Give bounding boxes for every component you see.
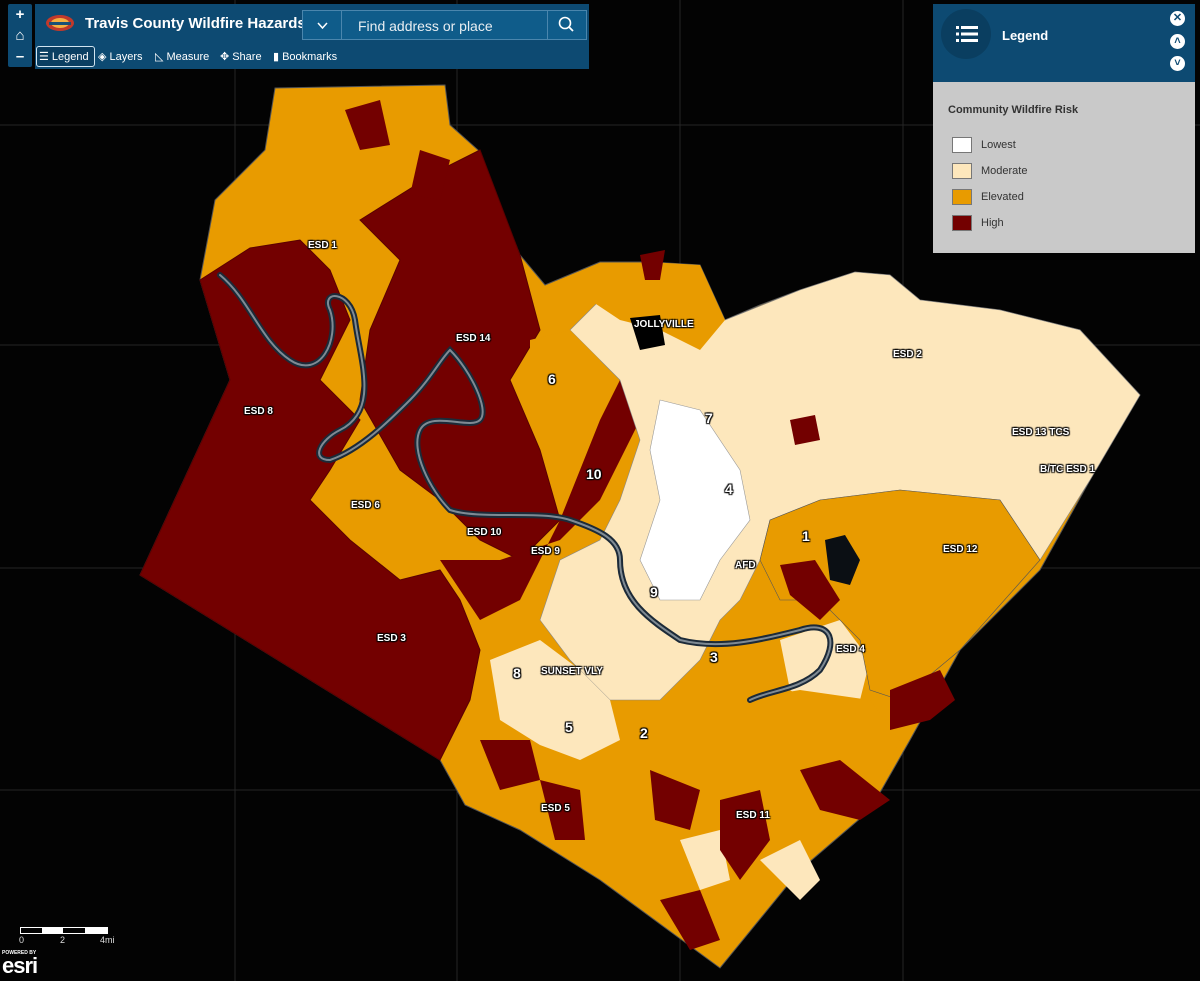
legend-layer-title: Community Wildfire Risk xyxy=(948,104,1079,116)
scale-label-4mi: 4mi xyxy=(100,935,115,945)
map-label-7: 7 xyxy=(705,410,713,426)
scale-bar-graphic xyxy=(20,927,108,934)
legend-swatch xyxy=(952,137,972,153)
map-label-6: 6 xyxy=(548,371,556,387)
bookmarks-tool-button[interactable]: ▮ Bookmarks xyxy=(273,50,337,63)
measure-tool-label: Measure xyxy=(166,51,210,63)
scale-label-0: 0 xyxy=(19,935,25,945)
measure-tool-button[interactable]: ◺ Measure xyxy=(155,50,209,63)
zoom-controls: + ⌂ – xyxy=(8,4,32,67)
legend-item-label: Lowest xyxy=(981,138,1016,151)
map-label-esd12: ESD 12 xyxy=(943,544,978,555)
map-label-esd11: ESD 11 xyxy=(736,810,770,821)
esri-brand-text: esri xyxy=(2,953,38,978)
search-source-dropdown[interactable] xyxy=(303,11,342,39)
legend-tool-label: Legend xyxy=(51,51,89,63)
map-label-9: 9 xyxy=(650,584,658,600)
share-tool-label: Share xyxy=(232,51,262,63)
map-label-esd4: ESD 4 xyxy=(836,644,865,655)
legend-tool-button[interactable]: ☰ Legend xyxy=(36,46,95,67)
search-button[interactable] xyxy=(547,11,586,39)
home-button[interactable]: ⌂ xyxy=(8,25,32,46)
legend-item-label: High xyxy=(981,216,1004,229)
layers-tool-button[interactable]: ◈ Layers xyxy=(98,50,143,63)
map-label-esd3: ESD 3 xyxy=(377,633,406,644)
legend-item-label: Elevated xyxy=(981,190,1024,203)
share-tool-button[interactable]: ✥ Share xyxy=(220,50,262,63)
app-title: Travis County Wildfire Hazards xyxy=(85,15,306,32)
map-label-esd8: ESD 8 xyxy=(244,406,273,417)
legend-item-high: High xyxy=(952,215,1004,231)
app-header: Travis County Wildfire Hazards Find addr… xyxy=(35,4,589,69)
toolbar: ☰ Legend ◈ Layers ◺ Measure ✥ Share ▮ Bookmar… xyxy=(35,46,589,69)
map-label-esd9: ESD 9 xyxy=(531,546,560,557)
map-label-4: 4 xyxy=(725,481,733,497)
legend-panel-header: Legend ✕ ˄ ˅ xyxy=(933,4,1195,82)
share-icon: ✥ xyxy=(220,51,230,63)
legend-swatch xyxy=(952,189,972,205)
zoom-in-button[interactable]: + xyxy=(8,4,32,25)
legend-panel-title: Legend xyxy=(1002,28,1049,43)
map-label-jollyville: JOLLYVILLE xyxy=(634,319,694,330)
map-label-btc-esd1: B/TC ESD 1 xyxy=(1040,464,1096,475)
bookmarks-tool-label: Bookmarks xyxy=(282,51,338,63)
bookmark-icon: ▮ xyxy=(273,51,280,63)
list-icon: ☰ xyxy=(39,51,49,63)
map-label-afd: AFD xyxy=(735,560,756,571)
map-label-2: 2 xyxy=(640,725,648,741)
zoom-out-button[interactable]: – xyxy=(8,46,32,67)
search-icon xyxy=(558,16,574,32)
close-icon[interactable]: ✕ xyxy=(1170,11,1185,26)
legend-item-lowest: Lowest xyxy=(952,137,1016,153)
scale-label-2: 2 xyxy=(60,935,66,945)
map-label-sunset-valley: SUNSET VLY xyxy=(541,666,603,677)
legend-swatch xyxy=(952,163,972,179)
legend-swatch xyxy=(952,215,972,231)
chevron-down-icon xyxy=(316,22,328,30)
map-label-esd10: ESD 10 xyxy=(467,527,502,538)
map-label-esd2: ESD 2 xyxy=(893,349,922,360)
legend-panel-icon xyxy=(941,9,991,59)
map-label-10: 10 xyxy=(586,466,602,482)
map-label-esd1: ESD 1 xyxy=(308,240,337,251)
ruler-icon: ◺ xyxy=(155,51,164,63)
map-label-esd5: ESD 5 xyxy=(541,803,570,814)
layers-tool-label: Layers xyxy=(109,51,143,63)
legend-panel-body: Community Wildfire Risk Lowest Moderate … xyxy=(933,82,1195,253)
search-box: Find address or place xyxy=(302,10,587,40)
chevron-down-icon[interactable]: ˅ xyxy=(1170,56,1185,71)
map-label-1: 1 xyxy=(802,528,810,544)
map-label-8: 8 xyxy=(513,665,521,681)
search-input[interactable]: Find address or place xyxy=(358,18,493,34)
map-label-esd6: ESD 6 xyxy=(351,500,380,511)
county-logo-icon xyxy=(46,15,74,31)
list-icon xyxy=(956,26,978,42)
map-label-esd13-tcs: ESD 13 TCS xyxy=(1012,427,1070,438)
legend-item-label: Moderate xyxy=(981,164,1028,177)
chevron-up-icon[interactable]: ˄ xyxy=(1170,34,1185,49)
legend-item-moderate: Moderate xyxy=(952,163,1027,179)
map-label-3: 3 xyxy=(710,649,718,665)
legend-item-elevated: Elevated xyxy=(952,189,1024,205)
esri-logo[interactable]: POWERED BY esri xyxy=(2,950,57,978)
layers-icon: ◈ xyxy=(98,51,107,63)
map-label-5: 5 xyxy=(565,719,573,735)
map-label-esd14: ESD 14 xyxy=(456,333,491,344)
